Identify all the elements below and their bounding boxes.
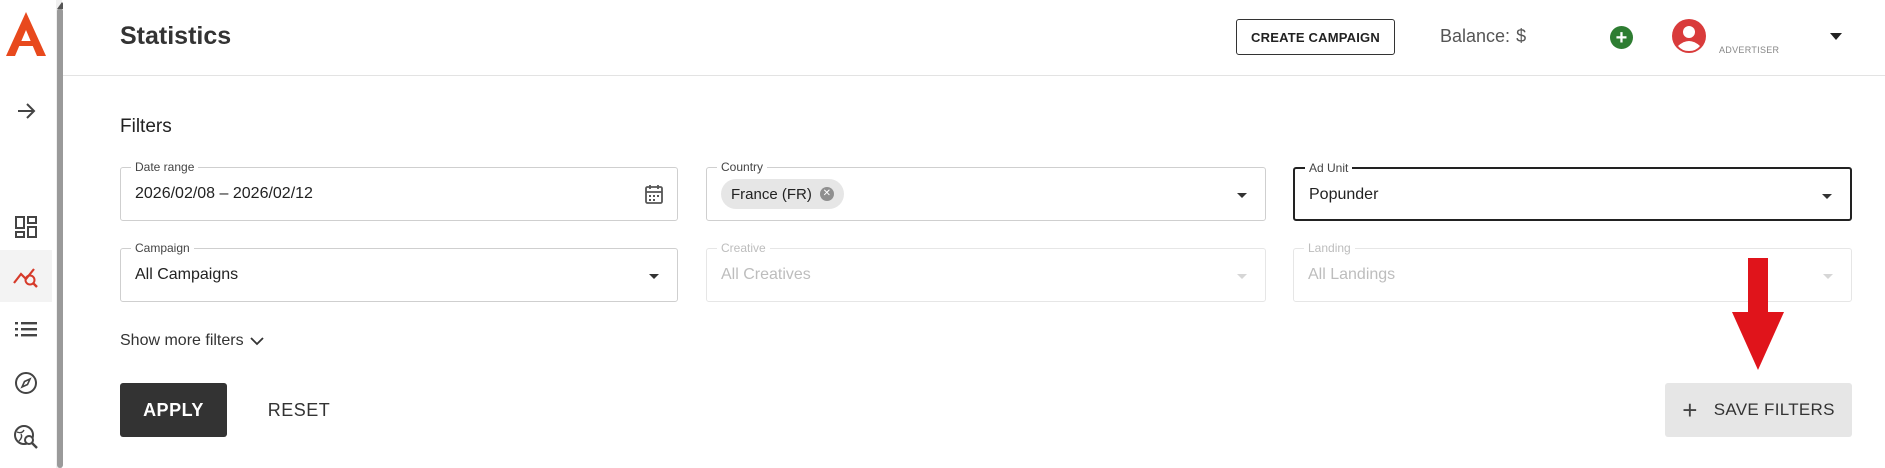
creative-label: Creative xyxy=(717,240,770,256)
creative-value: All Creatives xyxy=(721,266,811,283)
date-range-label: Date range xyxy=(131,159,199,175)
landing-label: Landing xyxy=(1304,240,1355,256)
campaign-value: All Campaigns xyxy=(135,266,239,283)
sidebar-item-statistics[interactable] xyxy=(0,250,52,302)
campaign-label: Campaign xyxy=(131,240,194,256)
plus-icon: + xyxy=(1615,26,1628,49)
plus-icon: + xyxy=(1682,395,1698,425)
ad-unit-value: Popunder xyxy=(1309,186,1379,203)
brand-logo-icon[interactable] xyxy=(4,10,48,58)
chevron-down-icon[interactable] xyxy=(1237,193,1247,198)
country-label: Country xyxy=(717,159,768,175)
country-chip: France (FR) ✕ xyxy=(721,179,844,209)
statistics-icon xyxy=(13,268,38,288)
sidebar-item-list[interactable] xyxy=(10,313,42,345)
balance-currency: $ xyxy=(1516,26,1527,46)
user-role: ADVERTISER xyxy=(1719,45,1780,55)
remove-chip-icon[interactable]: ✕ xyxy=(819,187,834,201)
add-funds-button[interactable]: + xyxy=(1610,26,1633,49)
filters-title: Filters xyxy=(120,116,172,137)
search-globe-icon xyxy=(14,425,38,449)
sidebar-item-explore[interactable] xyxy=(10,367,42,399)
chevron-down-icon xyxy=(1823,274,1833,279)
sidebar xyxy=(0,0,67,468)
reset-button[interactable]: RESET xyxy=(254,383,344,437)
date-range-field[interactable]: Date range 2026/02/08 – 2026/02/12 xyxy=(120,159,678,221)
balance-display: Balance: $ xyxy=(1440,26,1526,47)
expand-sidebar-button[interactable] xyxy=(10,95,42,127)
chevron-down-icon[interactable] xyxy=(1822,194,1832,199)
save-filters-label: SAVE FILTERS xyxy=(1713,400,1835,419)
save-filters-button[interactable]: + SAVE FILTERS xyxy=(1665,383,1852,437)
annotation-arrow-icon xyxy=(1732,258,1784,370)
ad-unit-label: Ad Unit xyxy=(1305,160,1353,176)
sidebar-item-dashboard[interactable] xyxy=(10,211,42,243)
top-header: Statistics CREATE CAMPAIGN Balance: $ + A… xyxy=(63,0,1885,76)
chevron-down-icon xyxy=(249,337,264,346)
chevron-down-icon[interactable] xyxy=(649,274,659,279)
user-avatar-icon[interactable] xyxy=(1671,18,1707,54)
ad-unit-field[interactable]: Ad Unit Popunder xyxy=(1293,160,1852,221)
country-chip-label: France (FR) xyxy=(731,185,812,203)
country-field[interactable]: Country France (FR) ✕ xyxy=(706,159,1266,221)
landing-value: All Landings xyxy=(1308,266,1396,283)
compass-icon xyxy=(15,372,37,394)
apply-button[interactable]: APPLY xyxy=(120,383,227,437)
dashboard-icon xyxy=(15,216,37,238)
create-campaign-button[interactable]: CREATE CAMPAIGN xyxy=(1236,19,1395,55)
creative-field: Creative All Creatives xyxy=(706,240,1266,302)
chevron-down-icon xyxy=(1237,274,1247,279)
show-more-filters-label: Show more filters xyxy=(120,332,244,349)
sidebar-scrollbar-thumb[interactable] xyxy=(57,8,63,468)
show-more-filters-toggle[interactable]: Show more filters xyxy=(120,332,264,350)
sidebar-item-search[interactable] xyxy=(10,421,42,453)
date-range-value: 2026/02/08 – 2026/02/12 xyxy=(135,185,313,202)
balance-label: Balance: xyxy=(1440,26,1511,46)
user-menu-dropdown-icon[interactable] xyxy=(1830,33,1842,40)
page-title: Statistics xyxy=(120,22,232,50)
campaign-field[interactable]: Campaign All Campaigns xyxy=(120,240,678,302)
calendar-icon[interactable] xyxy=(645,184,663,204)
list-icon xyxy=(15,322,37,337)
arrow-right-icon xyxy=(18,103,36,119)
